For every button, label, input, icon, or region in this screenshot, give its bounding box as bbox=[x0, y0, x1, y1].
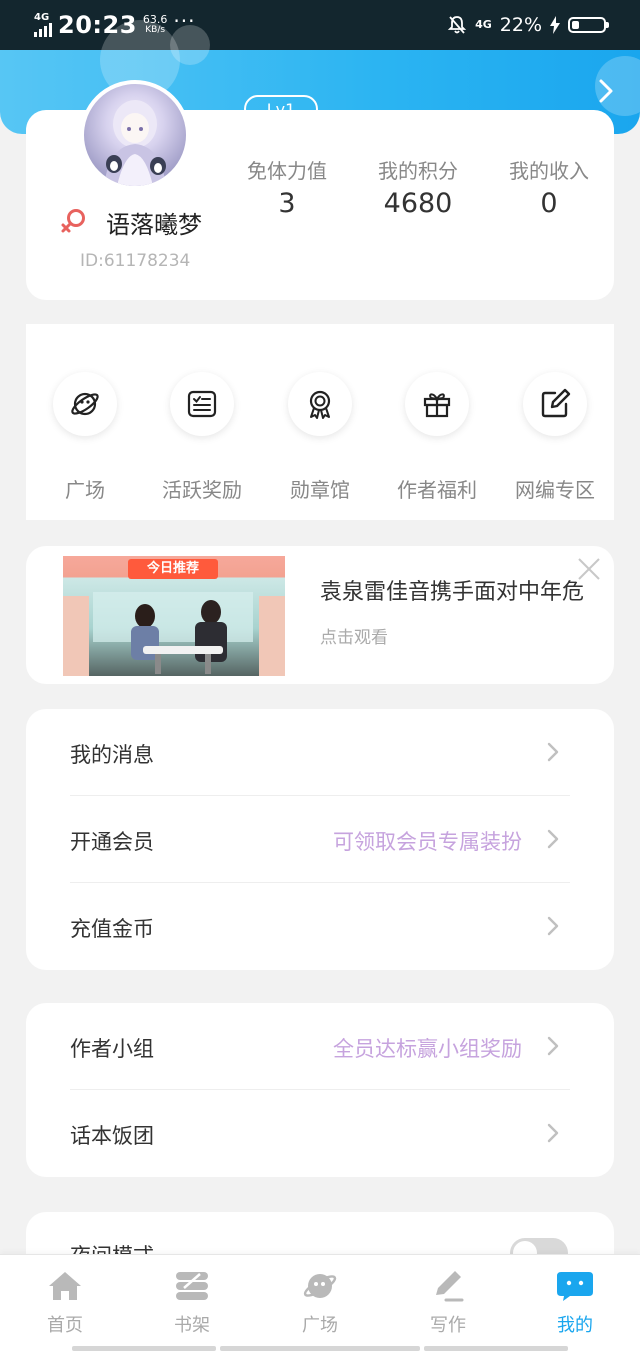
recommendation-card[interactable]: 今日推荐 袁泉雷佳音携手面对中年危 点击观看 bbox=[26, 546, 614, 684]
quick-action-label: 作者福利 bbox=[397, 478, 477, 502]
gesture-bar bbox=[220, 1346, 420, 1351]
signal-indicator: 4G bbox=[34, 13, 52, 37]
menu-label: 我的消息 bbox=[70, 743, 154, 767]
menu-hint: 全员达标赢小组奖励 bbox=[333, 1037, 522, 1061]
quick-action-editor-zone[interactable]: 网编专区 bbox=[496, 372, 614, 503]
stat-value: 0 bbox=[540, 188, 558, 219]
bottom-nav: 首页 书架 广场 写作 我的 bbox=[0, 1254, 640, 1352]
planet-icon bbox=[71, 392, 99, 416]
gesture-bar bbox=[72, 1346, 216, 1351]
nav-home[interactable]: 首页 bbox=[10, 1269, 120, 1337]
stat-value: 4680 bbox=[383, 188, 453, 219]
planet-icon bbox=[303, 1274, 337, 1298]
chevron-right-icon bbox=[547, 1123, 559, 1143]
pen-icon bbox=[436, 1271, 464, 1302]
bookshelf-icon bbox=[176, 1272, 208, 1300]
battery-percent: 22% bbox=[499, 14, 542, 36]
menu-label: 开通会员 bbox=[70, 830, 154, 854]
username: 语落曦梦 bbox=[106, 211, 202, 239]
menu-group-account: 我的消息 开通会员 可领取会员专属装扮 充值金币 bbox=[26, 709, 614, 970]
stat-label: 我的收入 bbox=[509, 159, 589, 183]
menu-row-recharge-coins[interactable]: 充值金币 bbox=[26, 883, 614, 970]
edit-icon bbox=[541, 388, 571, 418]
chevron-right-icon bbox=[547, 829, 559, 849]
quick-action-label: 广场 bbox=[65, 478, 105, 502]
menu-label: 话本饭团 bbox=[70, 1124, 154, 1148]
nav-label: 写作 bbox=[430, 1315, 466, 1336]
nav-label: 首页 bbox=[47, 1315, 83, 1336]
avatar-image bbox=[104, 100, 166, 186]
recommendation-subtitle: 点击观看 bbox=[320, 628, 388, 648]
nav-plaza[interactable]: 广场 bbox=[265, 1269, 375, 1337]
quick-action-author-welfare[interactable]: 作者福利 bbox=[378, 372, 496, 503]
quick-action-active-reward[interactable]: 活跃奖励 bbox=[143, 372, 261, 503]
network-type: 4G bbox=[34, 12, 50, 23]
chevron-right-icon bbox=[547, 742, 559, 762]
menu-row-fan-group[interactable]: 话本饭团 bbox=[26, 1090, 614, 1177]
gift-icon bbox=[423, 393, 451, 418]
close-icon[interactable] bbox=[576, 556, 602, 582]
thumbnail-scene-image bbox=[63, 592, 285, 676]
stat-points[interactable]: 我的积分 4680 bbox=[363, 155, 473, 219]
status-bar: 4G 20:23 63.6 KB/s ··· 4G 22% bbox=[0, 0, 640, 50]
user-id: ID:61178234 bbox=[80, 251, 191, 271]
avatar[interactable] bbox=[80, 80, 190, 190]
chevron-right-icon bbox=[547, 916, 559, 936]
quick-action-plaza[interactable]: 广场 bbox=[26, 372, 144, 503]
signal-bars-icon bbox=[34, 23, 52, 37]
menu-row-my-messages[interactable]: 我的消息 bbox=[26, 709, 614, 796]
menu-label: 充值金币 bbox=[70, 917, 154, 941]
stat-stamina[interactable]: 免体力值 3 bbox=[232, 155, 342, 219]
gesture-bar bbox=[424, 1346, 568, 1351]
chevron-right-icon[interactable] bbox=[598, 78, 614, 104]
decor-bubble bbox=[170, 25, 210, 65]
menu-group-community: 作者小组 全员达标赢小组奖励 话本饭团 bbox=[26, 1003, 614, 1177]
bell-muted-icon bbox=[447, 16, 467, 34]
chevron-right-icon bbox=[547, 1036, 559, 1056]
chat-bubble-icon bbox=[557, 1272, 593, 1301]
home-icon bbox=[49, 1272, 81, 1300]
stat-label: 免体力值 bbox=[247, 159, 327, 183]
recommendation-title: 袁泉雷佳音携手面对中年危 bbox=[320, 580, 585, 605]
menu-row-author-group[interactable]: 作者小组 全员达标赢小组奖励 bbox=[26, 1003, 614, 1090]
menu-hint: 可领取会员专属装扮 bbox=[333, 830, 522, 854]
quick-actions: 广场 活跃奖励 勋章馆 作者福利 网编专区 bbox=[26, 324, 614, 520]
female-gender-icon bbox=[61, 209, 85, 233]
quick-action-medal-hall[interactable]: 勋章馆 bbox=[261, 372, 379, 503]
stat-value: 3 bbox=[278, 188, 296, 219]
nav-write[interactable]: 写作 bbox=[393, 1269, 503, 1337]
recommendation-thumbnail[interactable]: 今日推荐 bbox=[63, 556, 285, 676]
nav-label: 广场 bbox=[302, 1315, 338, 1336]
network-type-right: 4G bbox=[475, 18, 492, 31]
stat-label: 我的积分 bbox=[378, 159, 458, 183]
quick-action-label: 活跃奖励 bbox=[162, 478, 242, 502]
quick-action-label: 网编专区 bbox=[515, 478, 595, 502]
quick-action-label: 勋章馆 bbox=[290, 478, 350, 502]
status-right: 4G 22% bbox=[447, 10, 609, 40]
nav-label: 我的 bbox=[557, 1315, 593, 1336]
stat-income[interactable]: 我的收入 0 bbox=[494, 155, 604, 219]
nav-label: 书架 bbox=[174, 1315, 210, 1336]
nav-bookshelf[interactable]: 书架 bbox=[137, 1269, 247, 1337]
menu-label: 作者小组 bbox=[70, 1037, 154, 1061]
checklist-icon bbox=[187, 390, 217, 418]
level-badge[interactable]: Lv1 bbox=[244, 95, 318, 123]
medal-icon bbox=[309, 390, 331, 419]
charging-bolt-icon bbox=[550, 16, 560, 34]
menu-row-membership[interactable]: 开通会员 可领取会员专属装扮 bbox=[26, 796, 614, 883]
nav-mine[interactable]: 我的 bbox=[520, 1269, 630, 1337]
battery-icon bbox=[568, 17, 609, 33]
